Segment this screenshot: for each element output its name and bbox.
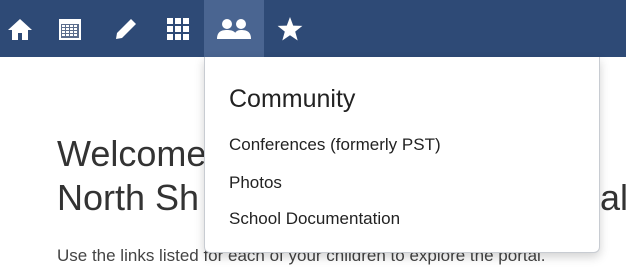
- menu-item-photos[interactable]: Photos: [229, 173, 282, 193]
- welcome-line-2-tail: al: [600, 177, 626, 218]
- home-button[interactable]: [0, 0, 40, 57]
- favorites-button[interactable]: [272, 0, 308, 57]
- star-icon: [277, 16, 303, 40]
- community-icon: [217, 18, 251, 39]
- calendar-button[interactable]: [52, 0, 88, 57]
- community-button[interactable]: [204, 0, 264, 57]
- menu-item-school-documentation[interactable]: School Documentation: [229, 209, 400, 229]
- welcome-line-1: Welcome: [57, 133, 207, 174]
- grid-icon: [167, 17, 189, 40]
- home-icon: [8, 18, 32, 40]
- top-navbar: [0, 0, 626, 57]
- pencil-icon: [116, 18, 136, 39]
- community-dropdown-menu: Community Conferences (formerly PST) Pho…: [204, 57, 600, 253]
- welcome-line-2: North Sh: [57, 177, 200, 218]
- menu-item-conferences[interactable]: Conferences (formerly PST): [229, 135, 441, 155]
- calendar-icon: [59, 18, 81, 40]
- welcome-heading: Welcome North Sh: [57, 132, 206, 220]
- apps-button[interactable]: [160, 0, 196, 57]
- dropdown-heading: Community: [229, 85, 356, 113]
- edit-button[interactable]: [108, 0, 144, 57]
